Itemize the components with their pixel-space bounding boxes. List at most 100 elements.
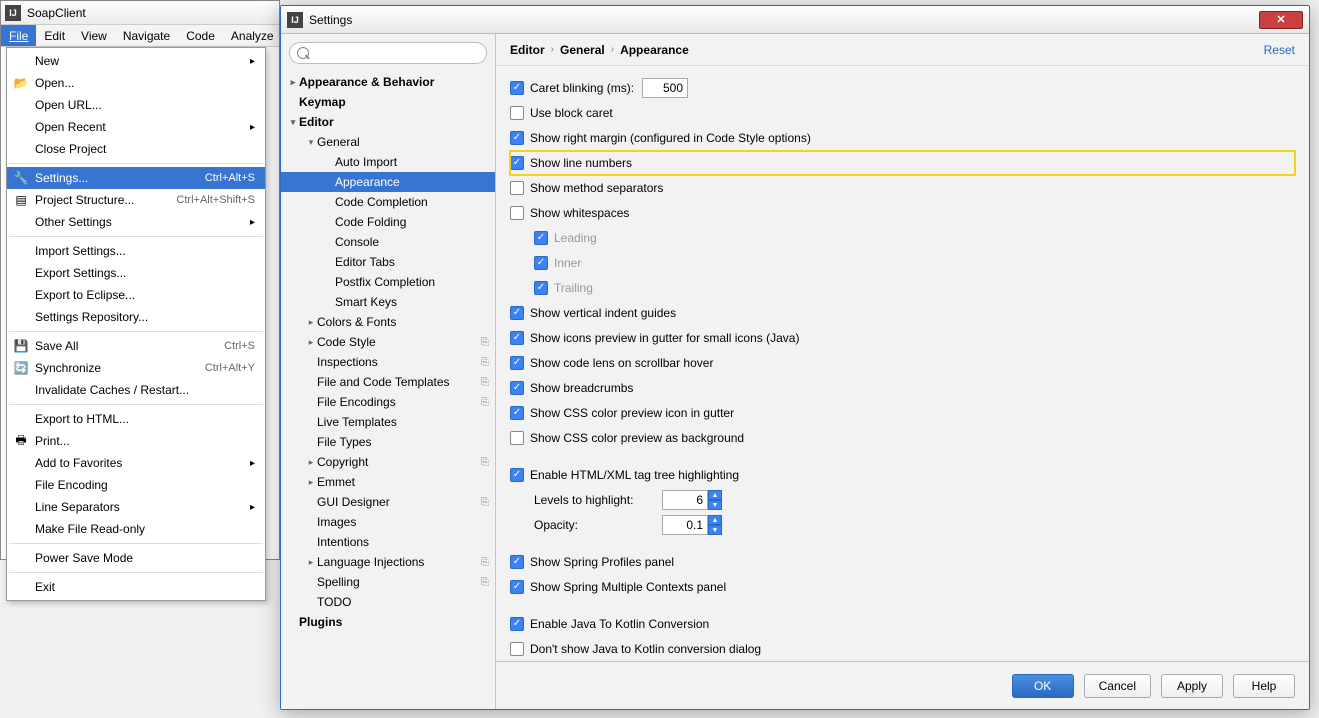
spring-multiple-checkbox[interactable] (510, 580, 524, 594)
tree-item[interactable]: Plugins (281, 612, 495, 632)
reset-link[interactable]: Reset (1264, 43, 1295, 57)
tree-item[interactable]: Images (281, 512, 495, 532)
tree-item[interactable]: Live Templates (281, 412, 495, 432)
file-menu-item[interactable]: Export Settings... (7, 262, 265, 284)
ws-trailing-checkbox[interactable] (534, 281, 548, 295)
tree-item[interactable]: Intentions (281, 532, 495, 552)
opacity-up[interactable]: ▲ (708, 515, 722, 525)
tree-item[interactable]: Smart Keys (281, 292, 495, 312)
css-gutter-checkbox[interactable] (510, 406, 524, 420)
close-button[interactable]: ✕ (1259, 11, 1303, 29)
file-menu-item[interactable]: New▸ (7, 50, 265, 72)
tree-item[interactable]: ▾Editor (281, 112, 495, 132)
menu-edit[interactable]: Edit (36, 25, 73, 46)
menu-view[interactable]: View (73, 25, 115, 46)
file-menu-item[interactable]: Import Settings... (7, 240, 265, 262)
tree-item[interactable]: File Encodings⎘ (281, 392, 495, 412)
levels-down[interactable]: ▼ (708, 500, 722, 510)
tree-item[interactable]: ▸Emmet (281, 472, 495, 492)
tree-item[interactable]: Code Completion (281, 192, 495, 212)
show-line-numbers-checkbox[interactable] (510, 156, 524, 170)
help-button[interactable]: Help (1233, 674, 1295, 698)
ws-inner-checkbox[interactable] (534, 256, 548, 270)
file-menu-item[interactable]: 📂Open... (7, 72, 265, 94)
show-method-separators-checkbox[interactable] (510, 181, 524, 195)
file-menu-item[interactable]: Power Save Mode (7, 547, 265, 569)
settings-search-input[interactable] (289, 42, 487, 64)
cancel-button[interactable]: Cancel (1084, 674, 1151, 698)
apply-button[interactable]: Apply (1161, 674, 1223, 698)
file-menu-item[interactable]: ▤Project Structure...Ctrl+Alt+Shift+S (7, 189, 265, 211)
tree-item[interactable]: ▸Colors & Fonts (281, 312, 495, 332)
tree-item[interactable]: Auto Import (281, 152, 495, 172)
tree-item[interactable]: TODO (281, 592, 495, 612)
menu-code[interactable]: Code (178, 25, 223, 46)
file-menu-item[interactable]: Close Project (7, 138, 265, 160)
show-right-margin-checkbox[interactable] (510, 131, 524, 145)
tree-item[interactable]: ▸Language Injections⎘ (281, 552, 495, 572)
tree-item[interactable]: Console (281, 232, 495, 252)
opacity-input[interactable] (662, 515, 708, 535)
menu-item-label: Synchronize (35, 361, 101, 375)
ws-leading-checkbox[interactable] (534, 231, 548, 245)
file-menu-item[interactable]: 🔄SynchronizeCtrl+Alt+Y (7, 357, 265, 379)
file-menu-item[interactable]: Settings Repository... (7, 306, 265, 328)
show-whitespaces-label: Show whitespaces (530, 206, 629, 220)
file-menu-item[interactable]: Other Settings▸ (7, 211, 265, 233)
levels-input[interactable] (662, 490, 708, 510)
shortcut-label: Ctrl+Alt+Y (205, 362, 255, 374)
tree-item[interactable]: Spelling⎘ (281, 572, 495, 592)
tree-item[interactable]: GUI Designer⎘ (281, 492, 495, 512)
tree-item[interactable]: Keymap (281, 92, 495, 112)
file-menu-item[interactable]: Line Separators▸ (7, 496, 265, 518)
css-bg-checkbox[interactable] (510, 431, 524, 445)
html-tag-tree-checkbox[interactable] (510, 468, 524, 482)
wrench-icon: 🔧 (13, 170, 29, 186)
vertical-indent-label: Show vertical indent guides (530, 306, 676, 320)
menu-analyze[interactable]: Analyze (223, 25, 282, 46)
code-lens-checkbox[interactable] (510, 356, 524, 370)
icons-preview-checkbox[interactable] (510, 331, 524, 345)
use-block-caret-checkbox[interactable] (510, 106, 524, 120)
tree-item-label: Keymap (299, 95, 346, 109)
file-menu-item[interactable]: 🖶Print... (7, 430, 265, 452)
tree-item[interactable]: ▸Copyright⎘ (281, 452, 495, 472)
vertical-indent-checkbox[interactable] (510, 306, 524, 320)
tree-item-label: File and Code Templates (317, 375, 450, 389)
opacity-down[interactable]: ▼ (708, 525, 722, 535)
tree-item[interactable]: ▸Appearance & Behavior (281, 72, 495, 92)
file-menu-item[interactable]: 🔧Settings...Ctrl+Alt+S (7, 167, 265, 189)
file-menu-item[interactable]: File Encoding (7, 474, 265, 496)
tree-item[interactable]: Appearance (281, 172, 495, 192)
file-menu-item[interactable]: Open URL... (7, 94, 265, 116)
file-menu-item[interactable]: Open Recent▸ (7, 116, 265, 138)
tree-item[interactable]: Code Folding (281, 212, 495, 232)
tree-arrow-icon: ▸ (305, 557, 317, 568)
tree-item[interactable]: ▾General (281, 132, 495, 152)
levels-up[interactable]: ▲ (708, 490, 722, 500)
caret-blinking-input[interactable] (642, 78, 688, 98)
tree-item[interactable]: File and Code Templates⎘ (281, 372, 495, 392)
spring-profiles-checkbox[interactable] (510, 555, 524, 569)
tree-item[interactable]: Inspections⎘ (281, 352, 495, 372)
tree-item-label: General (317, 135, 360, 149)
file-menu-item[interactable]: Add to Favorites▸ (7, 452, 265, 474)
menu-file[interactable]: File (1, 25, 36, 46)
java-kotlin-checkbox[interactable] (510, 617, 524, 631)
tree-item[interactable]: File Types (281, 432, 495, 452)
kotlin-dialog-checkbox[interactable] (510, 642, 524, 656)
file-menu-item[interactable]: Export to Eclipse... (7, 284, 265, 306)
tree-item[interactable]: Editor Tabs (281, 252, 495, 272)
show-whitespaces-checkbox[interactable] (510, 206, 524, 220)
file-menu-item[interactable]: Export to HTML... (7, 408, 265, 430)
tree-item[interactable]: Postfix Completion (281, 272, 495, 292)
file-menu-item[interactable]: Exit (7, 576, 265, 598)
breadcrumbs-checkbox[interactable] (510, 381, 524, 395)
caret-blinking-checkbox[interactable] (510, 81, 524, 95)
tree-item[interactable]: ▸Code Style⎘ (281, 332, 495, 352)
menu-navigate[interactable]: Navigate (115, 25, 178, 46)
file-menu-item[interactable]: Invalidate Caches / Restart... (7, 379, 265, 401)
ok-button[interactable]: OK (1012, 674, 1074, 698)
file-menu-item[interactable]: 💾Save AllCtrl+S (7, 335, 265, 357)
file-menu-item[interactable]: Make File Read-only (7, 518, 265, 540)
